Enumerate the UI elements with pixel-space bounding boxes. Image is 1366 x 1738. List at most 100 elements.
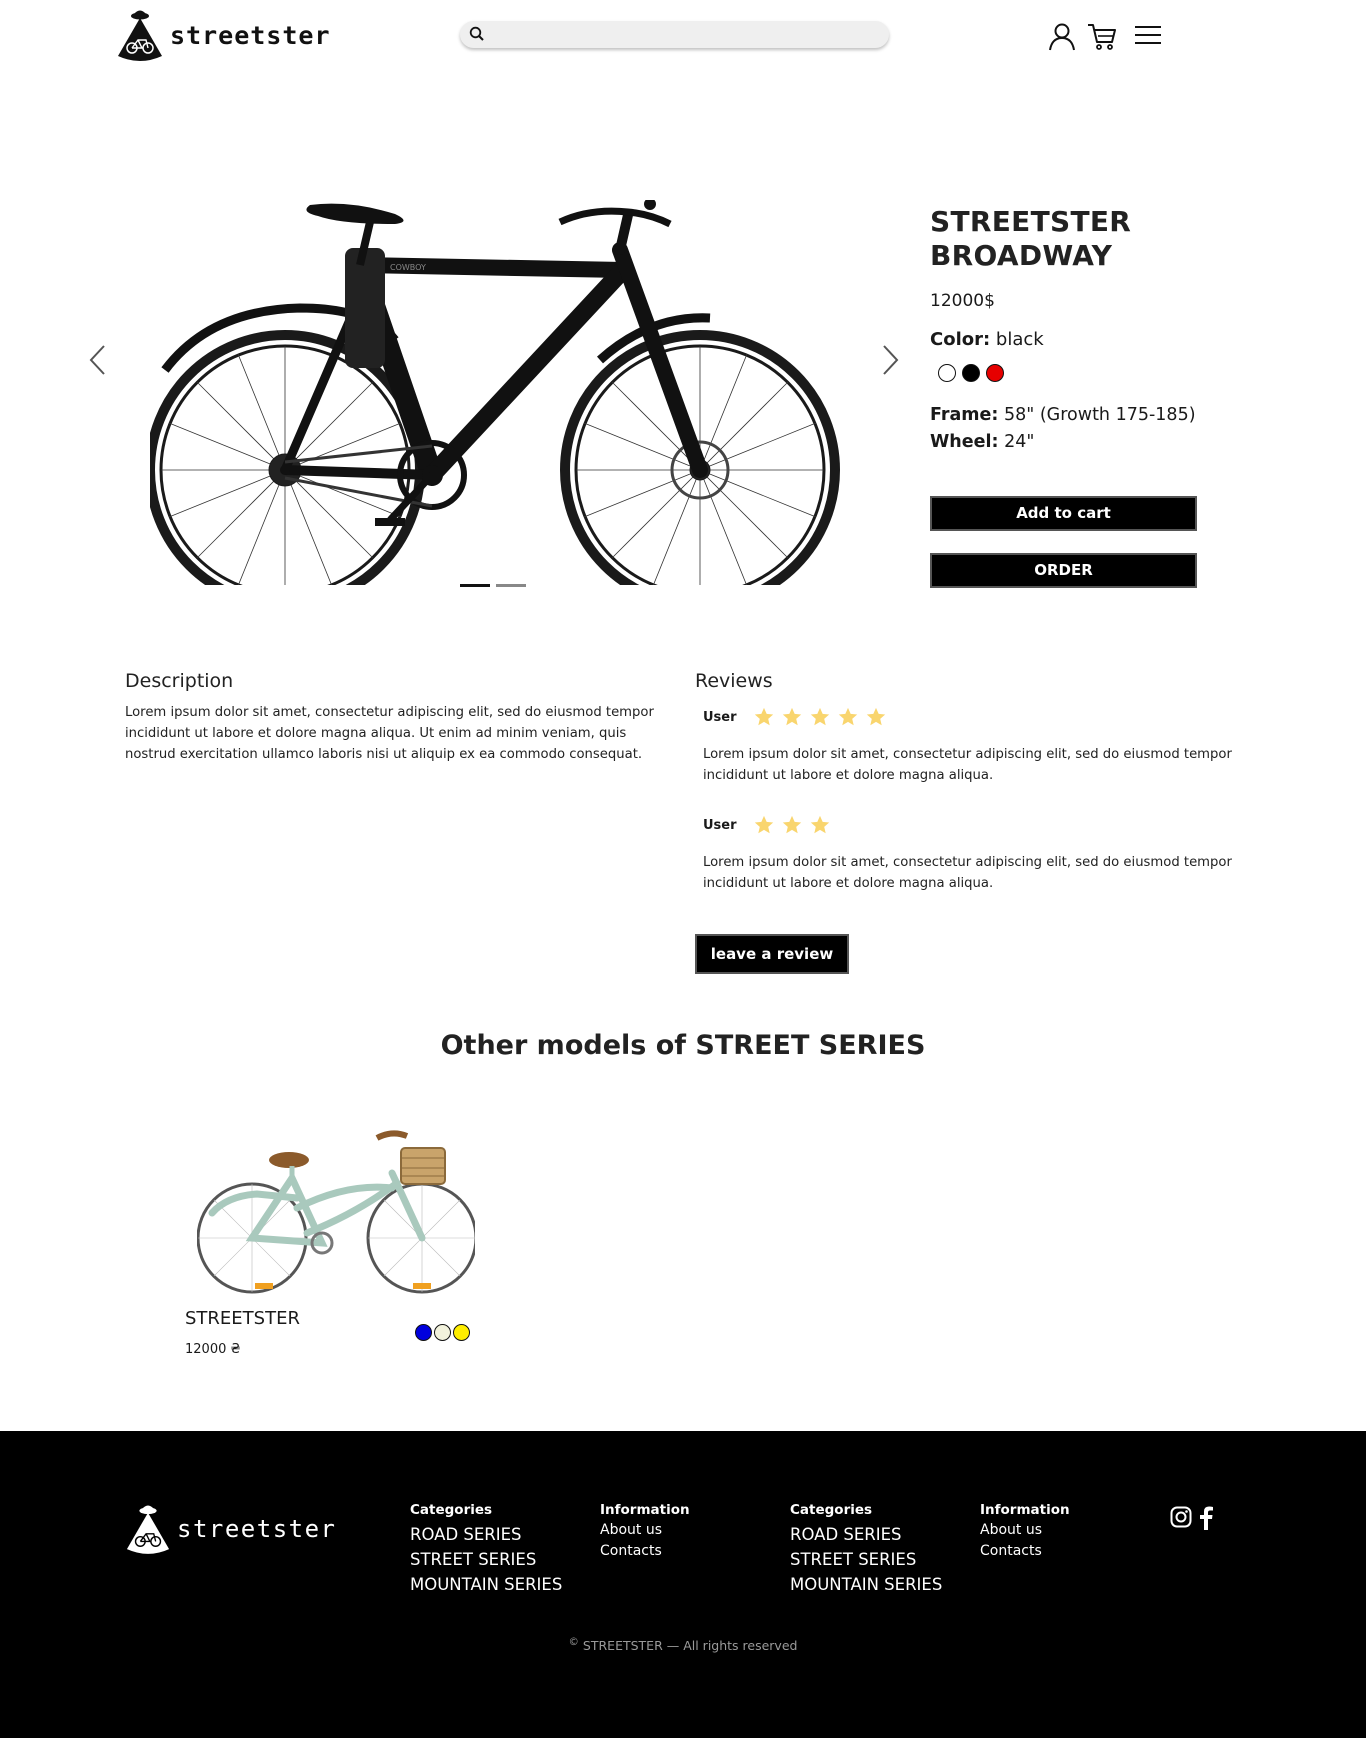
user-icon[interactable] bbox=[1046, 20, 1078, 52]
header: streetster bbox=[0, 0, 1366, 72]
wheel-label: Wheel: bbox=[930, 432, 999, 452]
footer-link-about-us[interactable]: About us bbox=[600, 1520, 690, 1541]
slider-dot-2[interactable] bbox=[496, 584, 526, 587]
color-swatch-white[interactable] bbox=[938, 364, 956, 382]
next-arrow-icon[interactable] bbox=[878, 340, 904, 380]
footer-information-2: Information About us Contacts bbox=[980, 1502, 1070, 1562]
product-title: STREETSTER BROADWAY bbox=[930, 205, 1230, 273]
color-label: Color: bbox=[930, 329, 991, 350]
reviews-section: Reviews User Lorem ipsum dolor sit amet,… bbox=[695, 670, 1235, 974]
frame-value: 58" (Growth 175-185) bbox=[1003, 405, 1196, 425]
review-header: User bbox=[703, 706, 1235, 728]
review-text: Lorem ipsum dolor sit amet, consectetur … bbox=[703, 855, 1232, 891]
footer-col-heading: Information bbox=[600, 1502, 690, 1518]
product-title-line1: STREETSTER bbox=[930, 205, 1132, 238]
ufo-bike-logo-icon bbox=[126, 1505, 170, 1554]
footer-link-mountain-series[interactable]: MOUNTAIN SERIES bbox=[410, 1572, 562, 1597]
description-heading: Description bbox=[125, 670, 234, 692]
copyright-text: STREETSTER — All rights reserved bbox=[582, 1638, 798, 1654]
instagram-icon[interactable] bbox=[1170, 1506, 1192, 1528]
footer: streetster Categories ROAD SERIES STREET… bbox=[0, 1431, 1366, 1738]
review-header: User bbox=[703, 814, 1235, 836]
footer-categories-1: Categories ROAD SERIES STREET SERIES MOU… bbox=[410, 1502, 562, 1597]
description-text: Lorem ipsum dolor sit amet, consectetur … bbox=[125, 705, 654, 762]
copyright-symbol: © bbox=[568, 1636, 579, 1648]
footer-logo-text: streetster bbox=[177, 1515, 337, 1543]
add-to-cart-button[interactable]: Add to cart bbox=[930, 496, 1197, 531]
star-icon bbox=[782, 707, 802, 726]
star-icon bbox=[754, 815, 774, 834]
social-links bbox=[1170, 1506, 1214, 1530]
footer-link-road-series[interactable]: ROAD SERIES bbox=[790, 1522, 942, 1547]
color-swatches bbox=[938, 364, 1230, 382]
star-icon bbox=[838, 707, 858, 726]
bike-image: COWBOY bbox=[150, 200, 840, 585]
logo[interactable]: streetster bbox=[116, 6, 331, 64]
footer-link-street-series[interactable]: STREET SERIES bbox=[410, 1547, 562, 1572]
logo-text: streetster bbox=[170, 20, 331, 50]
review-text: Lorem ipsum dolor sit amet, consectetur … bbox=[703, 747, 1232, 783]
review-stars bbox=[753, 814, 831, 836]
product-specs: Frame: 58" (Growth 175-185) Wheel: 24" bbox=[930, 402, 1230, 456]
wheel-spec: Wheel: 24" bbox=[930, 429, 1230, 456]
footer-link-contacts[interactable]: Contacts bbox=[600, 1541, 690, 1562]
color-swatch-black[interactable] bbox=[962, 364, 980, 382]
product-title-line2: BROADWAY bbox=[930, 239, 1113, 272]
star-icon bbox=[754, 707, 774, 726]
frame-spec: Frame: 58" (Growth 175-185) bbox=[930, 402, 1230, 429]
color-swatch-cream[interactable] bbox=[434, 1324, 451, 1341]
review-user: User bbox=[703, 817, 737, 833]
color-swatch-blue[interactable] bbox=[415, 1324, 432, 1341]
footer-logo[interactable]: streetster bbox=[125, 1501, 337, 1557]
footer-categories-2: Categories ROAD SERIES STREET SERIES MOU… bbox=[790, 1502, 942, 1597]
color-value: black bbox=[995, 329, 1044, 350]
search-input[interactable] bbox=[492, 21, 882, 48]
leave-review-button[interactable]: leave a review bbox=[695, 934, 849, 974]
review-item: User Lorem ipsum dolor sit amet, consect… bbox=[703, 814, 1235, 894]
color-line: Color: black bbox=[930, 329, 1230, 350]
facebook-icon[interactable] bbox=[1198, 1506, 1214, 1530]
bike-brand-text: COWBOY bbox=[390, 263, 426, 272]
star-icon bbox=[810, 707, 830, 726]
search-bar[interactable] bbox=[460, 21, 889, 48]
menu-icon[interactable] bbox=[1132, 20, 1164, 52]
ufo-bike-logo-icon bbox=[118, 10, 162, 61]
footer-col-heading: Categories bbox=[790, 1502, 873, 1518]
footer-link-mountain-series[interactable]: MOUNTAIN SERIES bbox=[790, 1572, 942, 1597]
model-card-name[interactable]: STREETSTER bbox=[185, 1308, 300, 1329]
review-user: User bbox=[703, 709, 737, 725]
model-card-bike-image bbox=[197, 1130, 475, 1294]
footer-link-road-series[interactable]: ROAD SERIES bbox=[410, 1522, 562, 1547]
star-icon bbox=[782, 815, 802, 834]
footer-col-heading: Categories bbox=[410, 1502, 493, 1518]
footer-information-1: Information About us Contacts bbox=[600, 1502, 690, 1562]
review-item: User Lorem ipsum dolor sit amet, consect… bbox=[703, 706, 1235, 786]
reviews-heading: Reviews bbox=[695, 670, 773, 692]
wheel-value: 24" bbox=[1004, 432, 1035, 452]
review-stars bbox=[753, 706, 887, 728]
slider-dot-1[interactable] bbox=[460, 584, 490, 587]
footer-col-heading: Information bbox=[980, 1502, 1070, 1518]
product-price: 12000$ bbox=[930, 291, 995, 311]
model-card-price: 12000 ₴ bbox=[185, 1342, 241, 1357]
color-swatch-yellow[interactable] bbox=[453, 1324, 470, 1341]
footer-link-street-series[interactable]: STREET SERIES bbox=[790, 1547, 942, 1572]
search-icon[interactable] bbox=[469, 26, 485, 42]
star-icon bbox=[866, 707, 886, 726]
product-gallery: COWBOY bbox=[70, 190, 910, 600]
footer-link-contacts[interactable]: Contacts bbox=[980, 1541, 1070, 1562]
frame-label: Frame: bbox=[930, 405, 999, 425]
description-section: Description Lorem ipsum dolor sit amet, … bbox=[125, 670, 665, 765]
copyright: © STREETSTER — All rights reserved bbox=[0, 1636, 1366, 1653]
prev-arrow-icon[interactable] bbox=[84, 340, 110, 380]
slider-dots bbox=[460, 584, 526, 587]
model-card-swatches bbox=[415, 1324, 470, 1341]
color-swatch-red[interactable] bbox=[986, 364, 1004, 382]
star-icon bbox=[810, 815, 830, 834]
other-models-heading: Other models of STREET SERIES bbox=[440, 1030, 926, 1061]
cart-icon[interactable] bbox=[1086, 20, 1118, 52]
order-button[interactable]: ORDER bbox=[930, 553, 1197, 588]
footer-link-about-us[interactable]: About us bbox=[980, 1520, 1070, 1541]
product-info: STREETSTER BROADWAY 12000$ Color: black … bbox=[930, 205, 1230, 588]
model-card[interactable]: STREETSTER 12000 ₴ bbox=[185, 1118, 485, 1368]
